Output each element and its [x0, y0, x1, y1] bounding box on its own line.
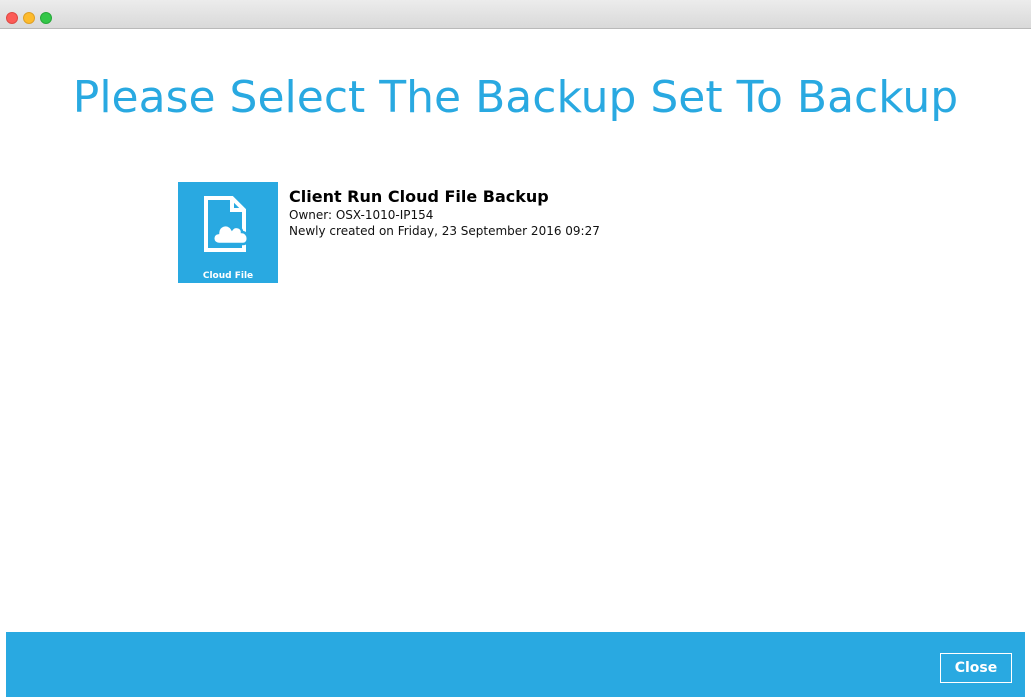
backup-set-icon-tile[interactable]: Cloud File — [178, 182, 278, 283]
cloud-file-icon — [204, 196, 249, 252]
window-titlebar — [0, 0, 1031, 29]
backup-set-name: Client Run Cloud File Backup — [289, 187, 549, 206]
backup-set-item[interactable]: Cloud File Client Run Cloud File Backup … — [178, 182, 678, 284]
window-minimize-button[interactable] — [23, 12, 35, 24]
window-zoom-button[interactable] — [40, 12, 52, 24]
backup-set-created: Newly created on Friday, 23 September 20… — [289, 224, 600, 238]
window-close-button[interactable] — [6, 12, 18, 24]
backup-set-details: Client Run Cloud File Backup Owner: OSX-… — [289, 187, 600, 239]
backup-set-owner: Owner: OSX-1010-IP154 — [289, 208, 434, 222]
footer-bar: Close — [6, 632, 1025, 697]
backup-set-type-label: Cloud File — [202, 271, 254, 281]
page-title: Please Select The Backup Set To Backup — [72, 72, 959, 123]
close-button[interactable]: Close — [940, 653, 1012, 683]
